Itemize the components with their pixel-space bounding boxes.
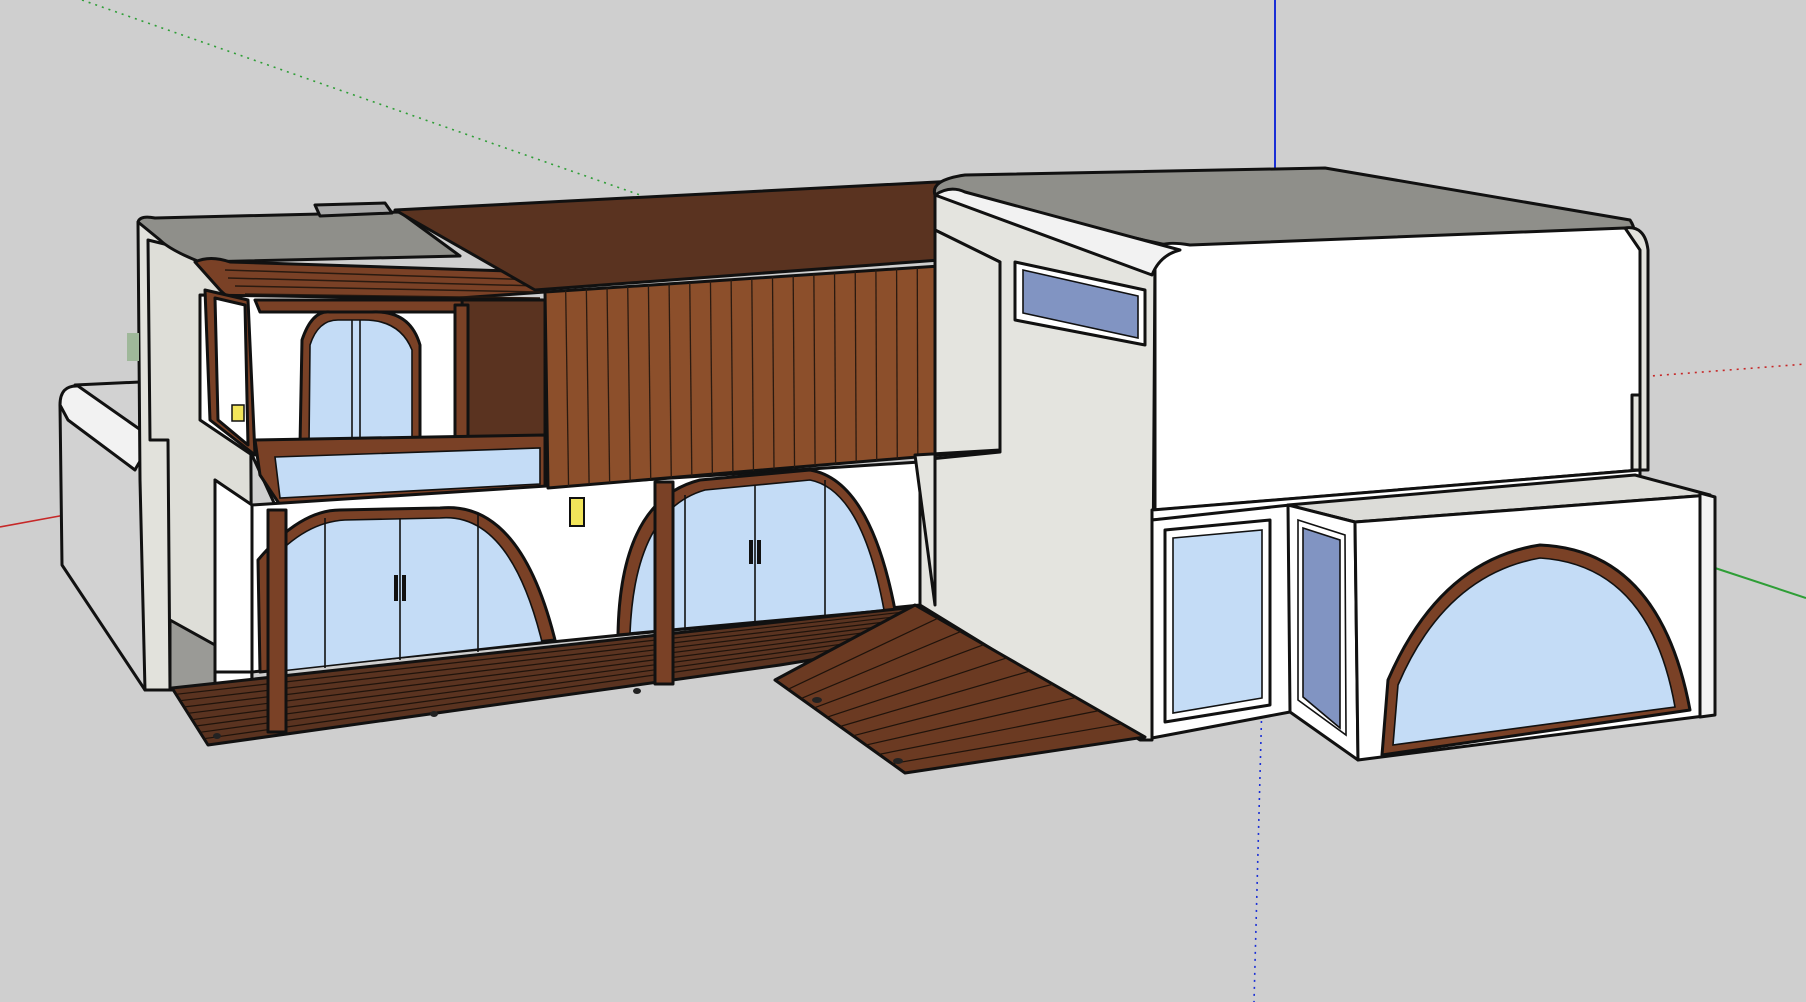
- green-axis-dotted: [81, 0, 641, 196]
- sketchup-viewport[interactable]: [0, 0, 1806, 1002]
- red-axis-solid: [0, 514, 66, 528]
- 3d-model-canvas[interactable]: [0, 0, 1806, 1002]
- door-handle[interactable]: [757, 540, 761, 564]
- edge-line: [916, 267, 919, 457]
- wall-light-left: [231, 404, 245, 422]
- right-annex[interactable]: [1286, 473, 1717, 762]
- upper-arched-window[interactable]: [298, 310, 422, 447]
- deck-bolt: [812, 697, 822, 703]
- deck-bolt: [213, 733, 221, 739]
- green-axis-solid: [1714, 567, 1806, 599]
- small-shrub: [127, 333, 139, 361]
- deck-bolt: [430, 711, 438, 717]
- deck-bolt: [893, 758, 903, 764]
- door-handle[interactable]: [749, 540, 753, 564]
- roof-vent: [313, 201, 394, 218]
- edge-line: [895, 268, 898, 459]
- edge-line: [875, 270, 878, 461]
- door-handle[interactable]: [402, 575, 406, 601]
- red-axis-dotted: [1624, 363, 1806, 379]
- wall-light-center: [569, 497, 585, 527]
- door-handle[interactable]: [394, 575, 398, 601]
- blue-axis-dotted: [1253, 699, 1263, 1002]
- glass-door-tall[interactable]: [1163, 518, 1272, 724]
- deck-bolt: [633, 688, 641, 694]
